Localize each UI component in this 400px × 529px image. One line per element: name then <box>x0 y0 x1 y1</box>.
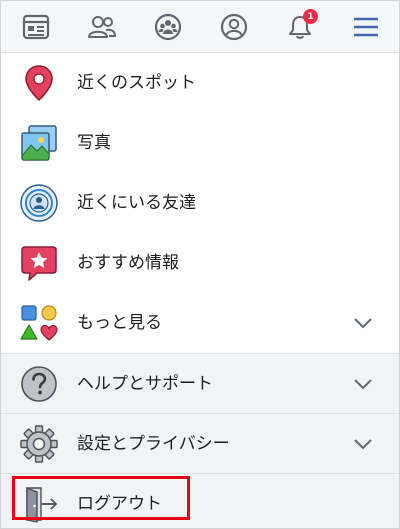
recommendations-icon <box>21 246 57 281</box>
menu-item-settings-privacy[interactable]: 設定とプライバシー <box>1 413 399 473</box>
news-feed-tab[interactable] <box>3 1 69 53</box>
gear-icon <box>20 425 58 463</box>
menu-item-see-more[interactable]: もっと見る <box>1 293 399 353</box>
menu-screen: 1 近くのスポット 写真 近くにいる友達 おすすめ情報 もっと見る ヘルプとサポ… <box>0 0 400 529</box>
help-icon <box>21 366 57 402</box>
menu-item-nearby-friends[interactable]: 近くにいる友達 <box>1 173 399 233</box>
chevron-down-icon[interactable] <box>353 316 373 330</box>
chevron-down-icon[interactable] <box>353 377 373 391</box>
groups-tab[interactable] <box>135 1 201 53</box>
groups-icon <box>154 13 182 41</box>
menu-tab[interactable] <box>333 1 399 53</box>
news-feed-icon <box>22 14 50 40</box>
menu-icon <box>354 17 378 37</box>
menu-item-label: 写真 <box>77 133 111 153</box>
menu-item-label: 近くのスポット <box>77 73 196 93</box>
location-pin-icon <box>25 65 53 102</box>
profile-tab[interactable] <box>201 1 267 53</box>
notifications-tab[interactable]: 1 <box>267 1 333 53</box>
menu-item-recommendations[interactable]: おすすめ情報 <box>1 233 399 293</box>
chevron-down-icon[interactable] <box>353 437 373 451</box>
menu-item-nearby-places[interactable]: 近くのスポット <box>1 53 399 113</box>
top-nav-bar: 1 <box>1 1 399 53</box>
logout-highlight-box <box>12 476 190 520</box>
notification-badge: 1 <box>303 9 318 24</box>
menu-item-label: もっと見る <box>77 313 162 333</box>
menu-item-label: おすすめ情報 <box>77 253 179 273</box>
menu-item-label: 近くにいる友達 <box>77 193 196 213</box>
menu-item-label: ヘルプとサポート <box>77 374 213 394</box>
menu-item-label: 設定とプライバシー <box>77 434 230 454</box>
menu-list: 近くのスポット 写真 近くにいる友達 おすすめ情報 もっと見る ヘルプとサポート… <box>1 53 399 528</box>
more-shapes-icon <box>20 305 58 341</box>
profile-icon <box>220 13 248 41</box>
friends-tab[interactable] <box>69 1 135 53</box>
friends-icon <box>88 16 117 38</box>
menu-item-help-support[interactable]: ヘルプとサポート <box>1 353 399 413</box>
menu-item-photos[interactable]: 写真 <box>1 113 399 173</box>
photos-icon <box>21 125 57 161</box>
nearby-friends-icon <box>20 184 58 222</box>
